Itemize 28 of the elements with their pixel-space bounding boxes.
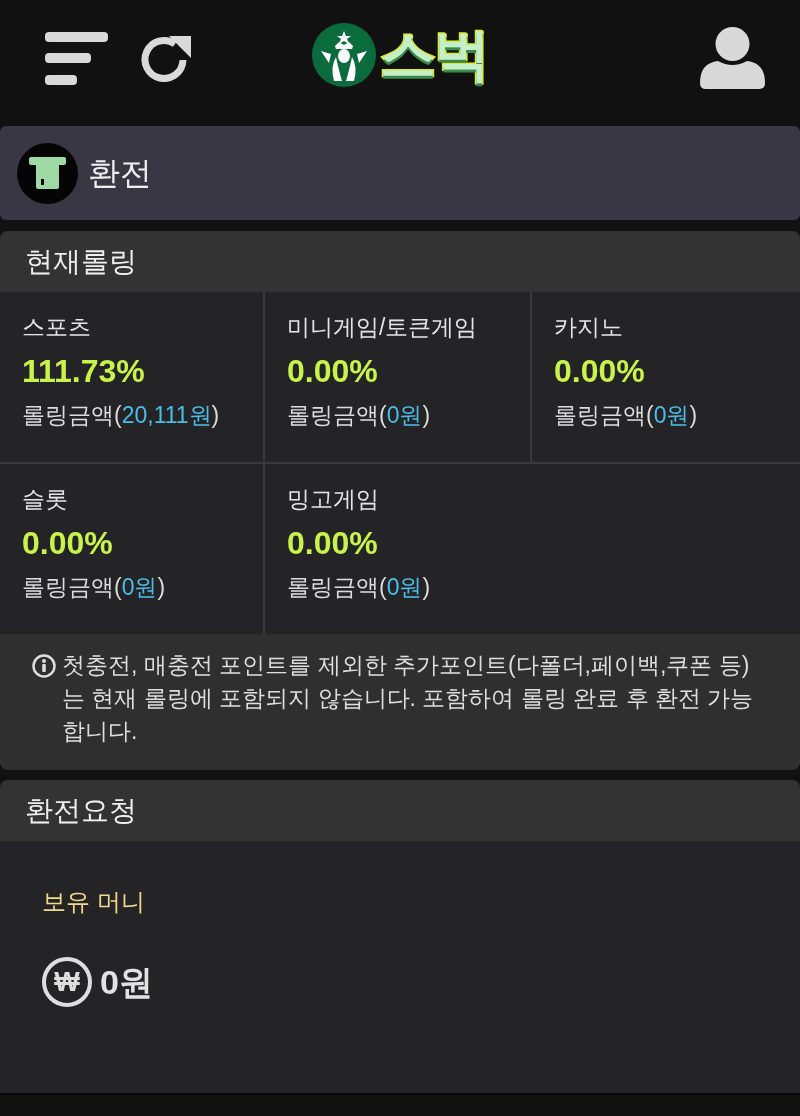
- game-category-label: 밍고게임: [287, 485, 379, 514]
- rolling-percent: 0.00%: [22, 524, 113, 563]
- rolling-amount: 롤링금액(0원): [287, 573, 431, 602]
- rolling-percent: 0.00%: [287, 352, 378, 391]
- balance-label: 보유 머니: [42, 887, 145, 917]
- rolling-percent: 111.73%: [22, 352, 145, 391]
- game-category-label: 스포츠: [22, 313, 91, 342]
- rolling-amount: 롤링금액(0원): [22, 573, 166, 602]
- game-category-label: 슬롯: [22, 485, 68, 514]
- section-title: 현재롤링: [25, 244, 137, 279]
- page-title: 환전: [88, 154, 152, 193]
- rolling-amount: 롤링금액(20,111원): [22, 401, 220, 430]
- notice-text: 첫충전, 매충전 포인트를 제외한 추가포인트(다폴더,페이백,쿠폰 등)는 현재 롤링에 포함되지 않습니다. 포함하여 롤링 완료 후 환전 가능합니다.: [62, 651, 755, 746]
- info-icon: [32, 654, 56, 678]
- rolling-percent: 0.00%: [554, 352, 645, 391]
- game-category-label: 미니게임/토큰게임: [287, 313, 478, 342]
- round-emblem-icon: [312, 23, 376, 87]
- won-sign-icon: ₩: [42, 957, 92, 1007]
- rolling-amount: 롤링금액(0원): [287, 401, 431, 430]
- section-title: 환전요청: [25, 793, 137, 828]
- rolling-percent: 0.00%: [287, 524, 378, 563]
- game-category-label: 카지노: [554, 313, 623, 342]
- rolling-amount: 롤링금액(0원): [554, 401, 698, 430]
- logo-text: 스벅: [380, 22, 488, 88]
- card-slot-icon: [17, 142, 78, 204]
- menu-icon[interactable]: [45, 31, 108, 85]
- balance-amount: 0원: [100, 962, 153, 1003]
- user-icon[interactable]: [700, 27, 765, 89]
